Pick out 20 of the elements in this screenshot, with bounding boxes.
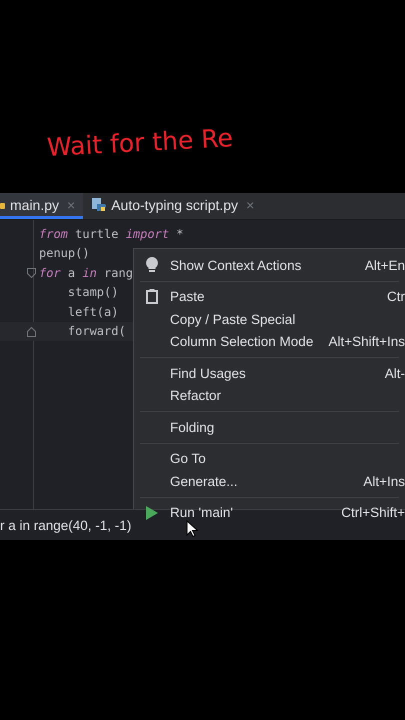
code-line: penup() — [39, 246, 90, 260]
menu-item[interactable]: Refactor — [134, 384, 405, 407]
file-tab[interactable]: Auto-typing script.py × — [83, 193, 262, 219]
menu-item[interactable]: Column Selection Mode Alt+Shift+Ins — [134, 330, 405, 353]
code-line: from turtle import * — [39, 226, 184, 241]
menu-item[interactable]: Show Context Actions Alt+En — [134, 254, 405, 276]
file-tab[interactable]: main.py × — [0, 193, 84, 219]
menu-item[interactable]: Generate... Alt+Ins — [134, 470, 405, 492]
code-line: stamp() — [66, 285, 118, 300]
menu-item[interactable]: Go To — [134, 448, 405, 470]
menu-item[interactable]: Find Usages Alt- — [134, 362, 405, 384]
menu-item[interactable]: Run 'main' Ctrl+Shift+ — [134, 502, 405, 524]
caption-text: Wait for the Re — [46, 123, 234, 162]
menu-item[interactable]: Paste Ctr — [134, 286, 405, 308]
menu-item[interactable]: Folding — [134, 416, 405, 438]
breadcrumb-text[interactable]: r a in range(40, -1, -1) — [0, 518, 132, 532]
code-line: left(a) — [66, 304, 118, 319]
code-line: for a in rang — [39, 266, 133, 280]
code-line: forward( — [66, 324, 126, 338]
menu-item[interactable]: Copy / Paste Special — [134, 308, 405, 330]
